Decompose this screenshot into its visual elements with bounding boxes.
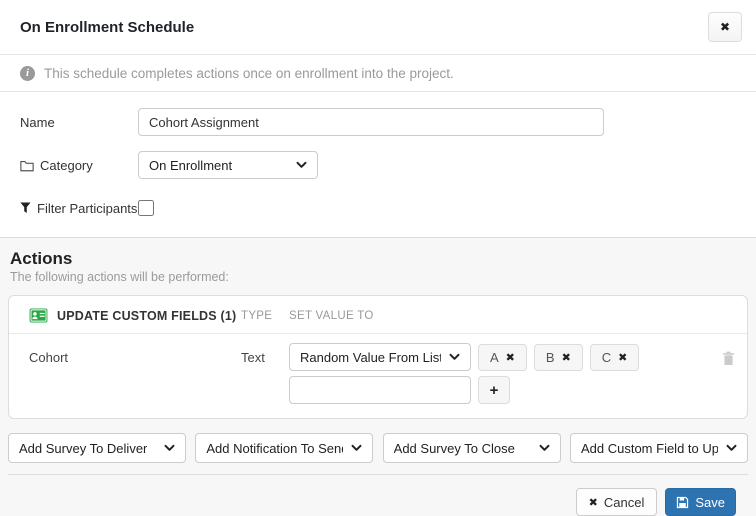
add-survey-to-deliver-select[interactable]: Add Survey To Deliver (8, 433, 186, 463)
filter-participants-label: Filter Participants (20, 201, 138, 216)
folder-icon (20, 159, 34, 172)
trash-icon (722, 351, 735, 366)
field-name: Cohort (29, 343, 241, 365)
add-select-label: Add Survey To Close (394, 441, 515, 456)
category-selected-value: On Enrollment (149, 158, 232, 173)
modal-title: On Enrollment Schedule (20, 19, 194, 36)
set-value-cell: Random Value From List A ✖ B ✖ (289, 343, 701, 404)
add-custom-field-to-update-select[interactable]: Add Custom Field to Updat (570, 433, 748, 463)
chevron-down-icon (539, 444, 550, 452)
update-custom-fields-card: UPDATE CUSTOM FIELDS (1) TYPE SET VALUE … (8, 295, 748, 419)
info-text: This schedule completes actions once on … (44, 66, 454, 81)
remove-icon[interactable]: ✖ (562, 351, 571, 364)
add-select-label: Add Custom Field to Updat (581, 441, 718, 456)
remove-icon[interactable]: ✖ (506, 351, 515, 364)
add-survey-to-close-select[interactable]: Add Survey To Close (383, 433, 561, 463)
close-icon: ✖ (720, 20, 730, 34)
card-header: UPDATE CUSTOM FIELDS (1) TYPE SET VALUE … (9, 296, 747, 334)
save-label: Save (695, 495, 725, 510)
filter-icon (20, 202, 31, 214)
info-icon: i (20, 66, 35, 81)
value-mode-selected: Random Value From List (300, 350, 441, 365)
name-label-text: Name (20, 115, 55, 130)
chevron-down-icon (164, 444, 175, 452)
actions-section: Actions The following actions will be pe… (0, 237, 756, 516)
add-action-row: Add Survey To Deliver Add Notification T… (8, 433, 748, 463)
address-card-icon (29, 308, 48, 323)
actions-subheading: The following actions will be performed: (10, 270, 748, 284)
name-input[interactable] (138, 108, 604, 136)
field-type: Text (241, 343, 289, 365)
tag-label: A (490, 350, 499, 365)
list-value-tag[interactable]: A ✖ (478, 344, 527, 371)
value-mode-select[interactable]: Random Value From List (289, 343, 471, 371)
category-row: Category On Enrollment (20, 151, 736, 179)
close-button[interactable]: ✖ (708, 12, 742, 42)
filter-participants-row: Filter Participants (20, 194, 736, 222)
chevron-down-icon (449, 353, 460, 361)
tag-label: B (546, 350, 555, 365)
save-button[interactable]: Save (665, 488, 736, 516)
modal-footer: ✖ Cancel Save (8, 474, 748, 516)
chevron-down-icon (296, 161, 307, 169)
save-disk-icon (676, 496, 689, 509)
custom-field-row: Cohort Text Random Value From List A ✖ (9, 334, 747, 418)
info-banner: i This schedule completes actions once o… (0, 55, 756, 92)
add-value-button[interactable]: + (478, 376, 510, 404)
delete-field-button[interactable] (701, 343, 737, 366)
category-label-text: Category (40, 158, 93, 173)
cancel-button[interactable]: ✖ Cancel (576, 488, 658, 516)
chevron-down-icon (351, 444, 362, 452)
category-label: Category (20, 158, 138, 173)
column-header-set-value-to: SET VALUE TO (289, 310, 737, 322)
cancel-x-icon: ✖ (589, 496, 598, 509)
cancel-label: Cancel (604, 495, 644, 510)
chevron-down-icon (726, 444, 737, 452)
filter-participants-checkbox[interactable] (138, 200, 154, 216)
filter-participants-label-text: Filter Participants (37, 201, 137, 216)
schedule-form: Name Category On Enrollment (0, 92, 756, 237)
new-list-value-input[interactable] (289, 376, 471, 404)
column-header-type: TYPE (241, 310, 289, 322)
remove-icon[interactable]: ✖ (618, 351, 627, 364)
card-title: UPDATE CUSTOM FIELDS (1) (57, 309, 236, 323)
name-label: Name (20, 115, 138, 130)
on-enrollment-schedule-modal: On Enrollment Schedule ✖ i This schedule… (0, 0, 756, 513)
add-select-label: Add Notification To Send (206, 441, 343, 456)
add-notification-to-send-select[interactable]: Add Notification To Send (195, 433, 373, 463)
modal-header: On Enrollment Schedule ✖ (0, 0, 756, 55)
category-select[interactable]: On Enrollment (138, 151, 318, 179)
list-value-tag[interactable]: B ✖ (534, 344, 583, 371)
plus-icon: + (490, 382, 499, 399)
list-value-tag[interactable]: C ✖ (590, 344, 640, 371)
name-row: Name (20, 108, 736, 136)
tag-label: C (602, 350, 611, 365)
add-select-label: Add Survey To Deliver (19, 441, 147, 456)
actions-heading: Actions (10, 249, 748, 269)
